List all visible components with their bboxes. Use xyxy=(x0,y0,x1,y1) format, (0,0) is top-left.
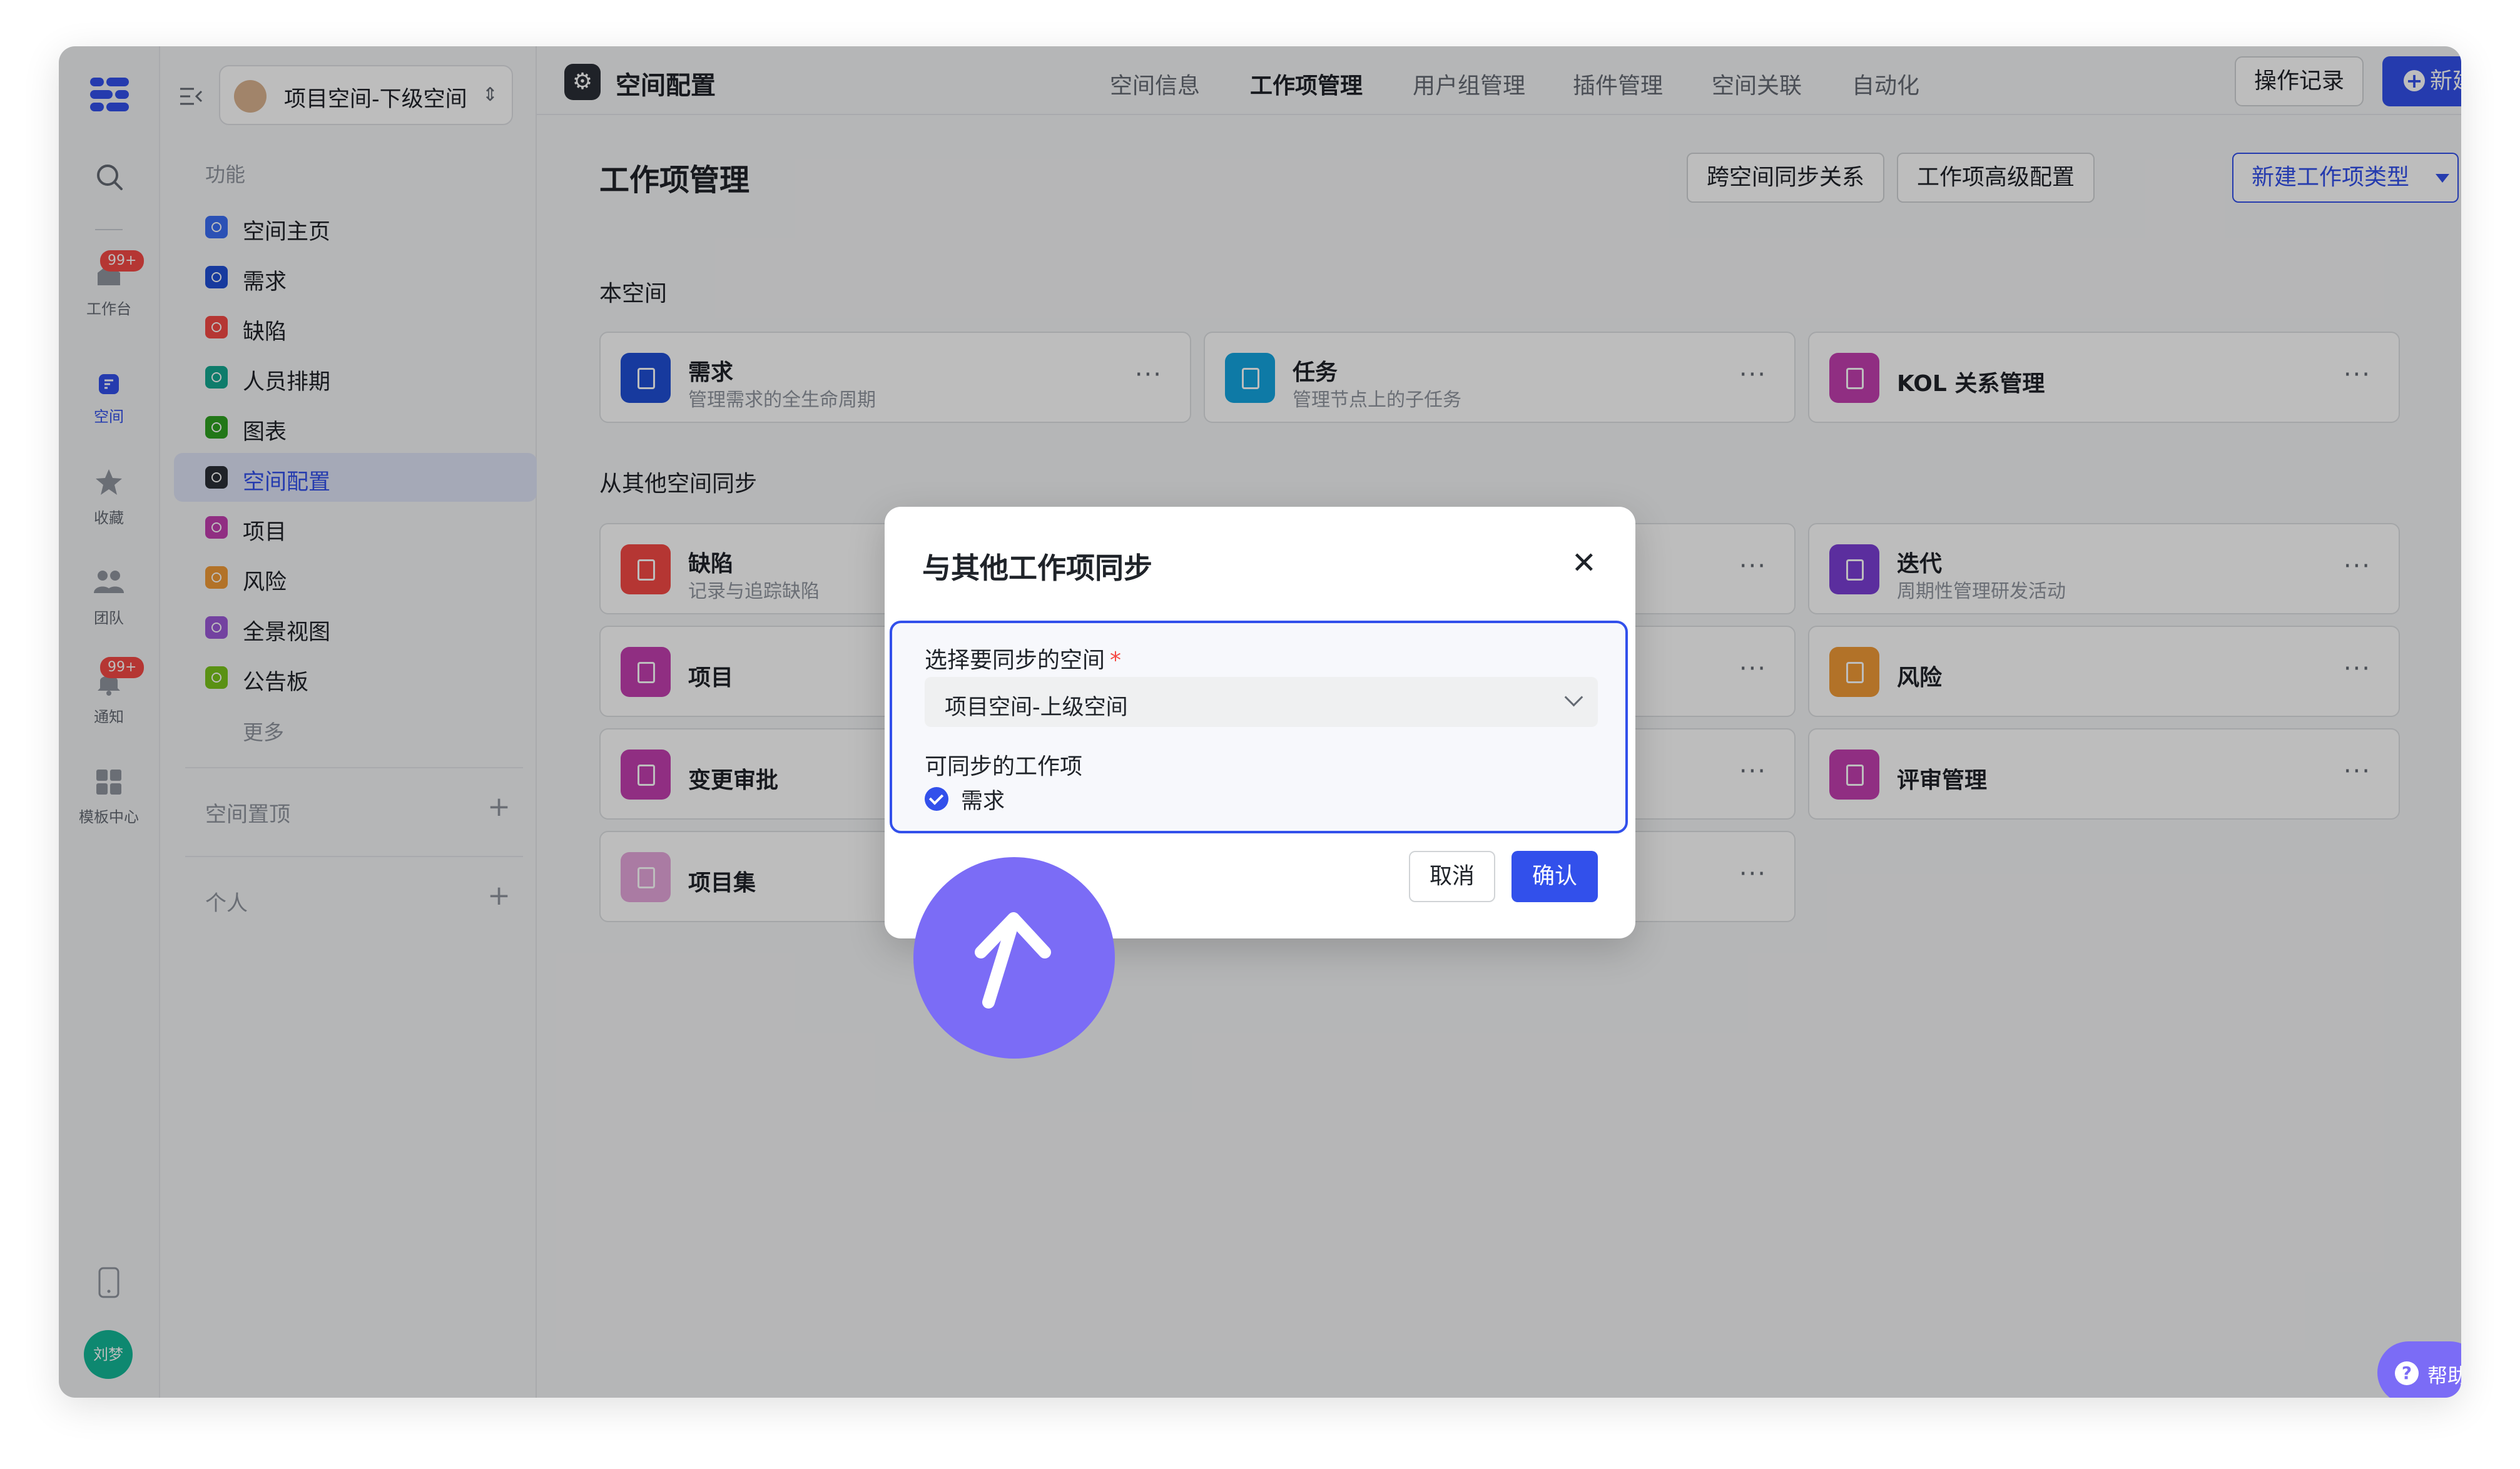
space-select[interactable]: 项目空间-上级空间 xyxy=(925,677,1598,727)
sync-form: 选择要同步的空间 * 项目空间-上级空间 可同步的工作项 需求 xyxy=(890,621,1628,833)
workitem-checkbox-label[interactable]: 需求 xyxy=(961,783,1005,815)
workitem-checkbox[interactable] xyxy=(925,787,948,811)
required-mark: * xyxy=(1110,648,1122,673)
help-label: 帮助 xyxy=(2427,1364,2461,1388)
help-button[interactable]: ? 帮助 xyxy=(2377,1341,2461,1398)
field-label-space: 选择要同步的空间 * xyxy=(925,648,1122,673)
app-window: 工作台 99+ 空间 收藏 团队 通知 99+ 模板中心 刘梦 项目空间-下级空… xyxy=(59,46,2461,1398)
chevron-down-icon xyxy=(1564,688,1583,707)
arrow-up-right-icon xyxy=(975,912,1051,1009)
question-icon: ? xyxy=(2395,1361,2419,1385)
close-icon[interactable]: ✕ xyxy=(1572,546,1597,581)
field-label-workitems: 可同步的工作项 xyxy=(925,754,1083,780)
space-select-value: 项目空间-上级空间 xyxy=(945,695,1128,720)
confirm-button[interactable]: 确认 xyxy=(1511,851,1598,902)
dialog-title: 与其他工作项同步 xyxy=(922,551,1152,585)
cursor-highlight xyxy=(913,857,1115,1059)
cancel-button[interactable]: 取消 xyxy=(1409,851,1495,902)
